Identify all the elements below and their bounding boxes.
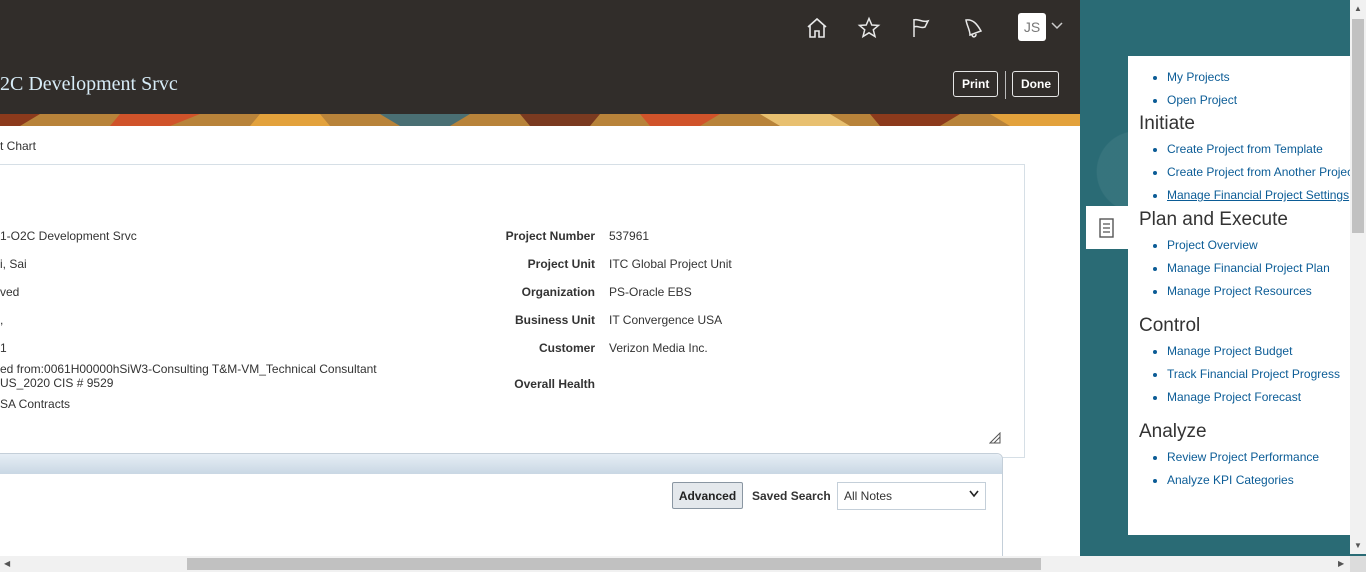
task-link[interactable]: Create Project from Template bbox=[1167, 140, 1350, 163]
button-divider bbox=[1005, 71, 1006, 99]
project-number-label: Project Number bbox=[505, 229, 595, 243]
task-link[interactable]: Analyze KPI Categories bbox=[1167, 471, 1350, 494]
section-title-plan-and-execute: Plan and Execute bbox=[1139, 209, 1288, 230]
project-name-value: 1-O2C Development Srvc bbox=[0, 229, 137, 243]
done-button[interactable]: Done bbox=[1012, 71, 1059, 97]
task-link[interactable]: Manage Project Forecast bbox=[1167, 388, 1350, 411]
vertical-scrollbar-thumb[interactable] bbox=[1352, 19, 1364, 233]
task-link[interactable]: Review Project Performance bbox=[1167, 448, 1350, 471]
user-avatar[interactable]: JS bbox=[1018, 13, 1046, 41]
task-link[interactable]: Manage Financial Project Plan bbox=[1167, 259, 1350, 282]
project-type-value: SA Contracts bbox=[0, 397, 71, 411]
chevron-down-icon[interactable] bbox=[1051, 22, 1063, 30]
project-unit-value: ITC Global Project Unit bbox=[609, 257, 732, 271]
notifications-bell-icon[interactable] bbox=[961, 16, 985, 40]
scroll-down-icon[interactable]: ▼ bbox=[1354, 541, 1362, 550]
detail-value: , bbox=[0, 313, 4, 327]
chevron-down-icon bbox=[969, 490, 979, 498]
breadcrumb[interactable]: t Chart bbox=[0, 139, 36, 153]
project-number-value: 537961 bbox=[609, 229, 650, 243]
saved-search-select[interactable]: All Notes bbox=[837, 482, 986, 510]
saved-search-label: Saved Search bbox=[752, 489, 831, 503]
task-link[interactable]: Manage Project Budget bbox=[1167, 342, 1350, 365]
watchlist-flag-icon[interactable] bbox=[909, 16, 933, 40]
organization-label: Organization bbox=[521, 285, 595, 299]
business-unit-label: Business Unit bbox=[514, 313, 595, 327]
horizontal-scrollbar-thumb[interactable] bbox=[187, 558, 1041, 570]
task-link[interactable]: Track Financial Project Progress bbox=[1167, 365, 1350, 388]
organization-value: PS-Oracle EBS bbox=[609, 285, 692, 299]
task-link[interactable]: Manage Financial Project Settings bbox=[1167, 186, 1350, 209]
project-manager-value: i, Sai bbox=[0, 257, 27, 271]
detail-value: 1 bbox=[0, 341, 7, 355]
saved-search-value: All Notes bbox=[844, 489, 893, 503]
print-button[interactable]: Print bbox=[953, 71, 998, 97]
task-link-open-project[interactable]: Open Project bbox=[1167, 91, 1350, 114]
project-description-line-2: US_2020 CIS # 9529 bbox=[0, 376, 114, 390]
scroll-right-icon[interactable]: ▶ bbox=[1338, 559, 1344, 568]
home-icon[interactable] bbox=[805, 16, 829, 40]
section-title-control: Control bbox=[1139, 315, 1201, 336]
advanced-search-button[interactable]: Advanced bbox=[672, 482, 743, 509]
task-link[interactable]: Manage Project Resources bbox=[1167, 282, 1350, 305]
section-title-analyze: Analyze bbox=[1139, 421, 1207, 442]
project-unit-label: Project Unit bbox=[527, 257, 595, 271]
section-title-initiate: Initiate bbox=[1139, 113, 1195, 134]
task-link-my-projects[interactable]: My Projects bbox=[1167, 68, 1350, 91]
scrollbar-corner bbox=[1350, 556, 1366, 572]
business-unit-value: IT Convergence USA bbox=[609, 313, 723, 327]
tasks-panel: My Projects Open Project Initiate Create… bbox=[1128, 56, 1350, 535]
scroll-up-icon[interactable]: ▲ bbox=[1354, 4, 1362, 13]
customer-label: Customer bbox=[538, 341, 595, 355]
resize-handle-icon[interactable] bbox=[989, 432, 1001, 444]
overall-health-label: Overall Health bbox=[514, 377, 595, 391]
decorative-banner bbox=[0, 114, 1080, 126]
tasks-drawer-tab[interactable] bbox=[1086, 206, 1128, 249]
project-description-line-1: ed from:0061H00000hSiW3-Consulting T&M-V… bbox=[0, 362, 377, 376]
page-title: 2C Development Srvc bbox=[0, 73, 178, 95]
project-details-card bbox=[0, 164, 1025, 458]
task-link[interactable]: Create Project from Another Projec bbox=[1167, 163, 1350, 186]
favorites-star-icon[interactable] bbox=[857, 16, 881, 40]
scroll-left-icon[interactable]: ◀ bbox=[4, 559, 10, 568]
notes-panel-header bbox=[0, 454, 1002, 474]
task-link[interactable]: Project Overview bbox=[1167, 236, 1350, 259]
tasks-list-icon bbox=[1099, 218, 1114, 238]
customer-value: Verizon Media Inc. bbox=[609, 341, 708, 355]
project-status-value: ved bbox=[0, 285, 20, 299]
